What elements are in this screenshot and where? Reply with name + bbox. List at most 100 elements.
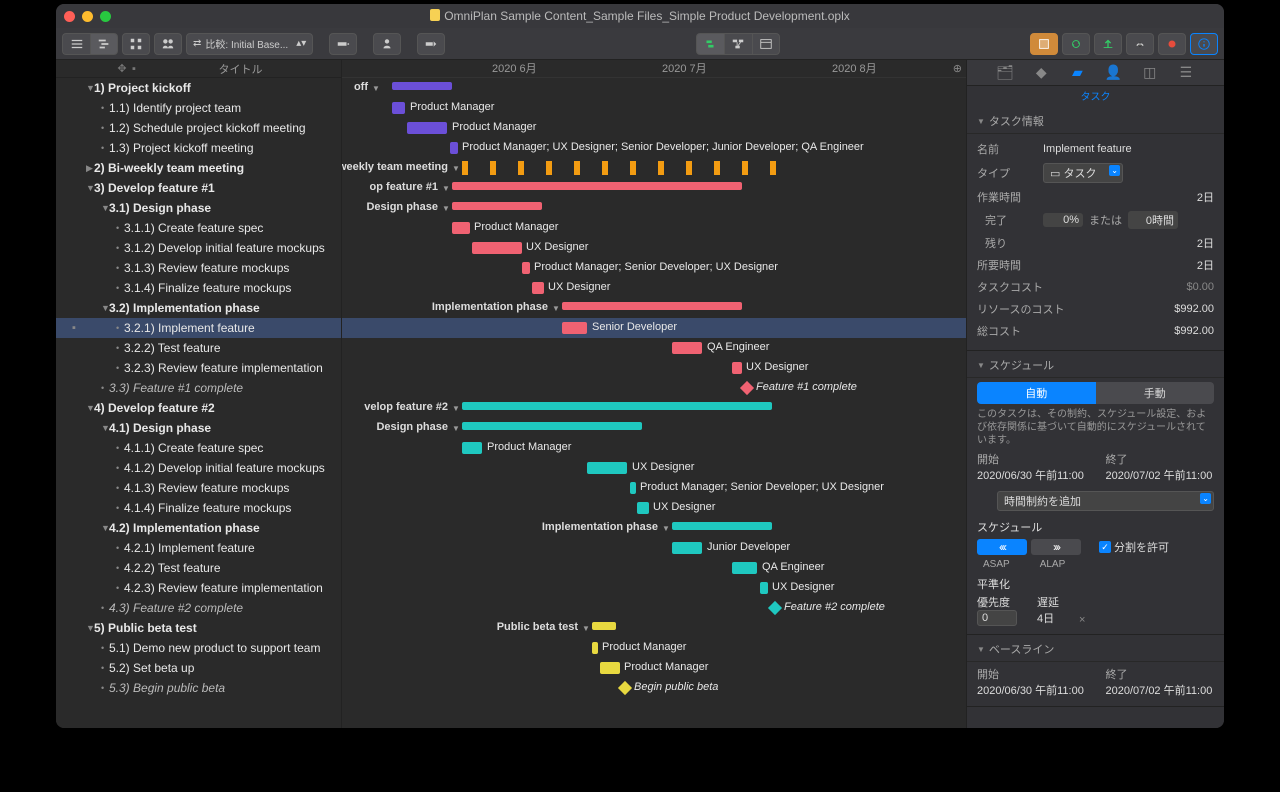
add-task-button[interactable] xyxy=(329,33,357,55)
duration-value[interactable]: 2日 xyxy=(1043,257,1214,273)
outline-row[interactable]: •4.1.4) Finalize feature mockups xyxy=(56,498,341,518)
schedule-mode-segment[interactable]: 自動 手動 xyxy=(977,382,1214,404)
outline-row[interactable]: •4.1.1) Create feature spec xyxy=(56,438,341,458)
outline-row[interactable]: •5.3) Begin public beta xyxy=(56,678,341,698)
asap-button[interactable]: ‹‹‹ xyxy=(977,539,1027,555)
view-mode-list-button[interactable] xyxy=(62,33,90,55)
gantt-row[interactable]: Implementation phase▼ xyxy=(342,518,966,538)
type-select[interactable]: ▭ タスク⌄ xyxy=(1043,163,1123,183)
sync-button[interactable] xyxy=(1062,33,1090,55)
gantt-row[interactable]: Product Manager; UX Designer; Senior Dev… xyxy=(342,138,966,158)
alap-button[interactable]: ››› xyxy=(1031,539,1081,555)
add-constraint-select[interactable]: 時間制約を追加⌄ xyxy=(997,491,1214,511)
inspector-toggle-button[interactable] xyxy=(1190,33,1218,55)
gantt-row[interactable]: Product Manager xyxy=(342,118,966,138)
clear-delay-button[interactable]: × xyxy=(1079,614,1085,626)
outline-row[interactable]: ▼1) Project kickoff xyxy=(56,78,341,98)
outline-row[interactable]: ▼4.2) Implementation phase xyxy=(56,518,341,538)
baseline-compare-dropdown[interactable]: ⇄比較: Initial Base...▴▾ xyxy=(186,33,313,55)
view-mode-network-button[interactable] xyxy=(122,33,150,55)
outline-row[interactable]: •1.3) Project kickoff meeting xyxy=(56,138,341,158)
gantt-row[interactable]: QA Engineer xyxy=(342,558,966,578)
section-task-info-header[interactable]: ▼タスク情報 xyxy=(967,107,1224,134)
outline-row[interactable]: •3.1.3) Review feature mockups xyxy=(56,258,341,278)
gantt-row[interactable]: Product Manager xyxy=(342,218,966,238)
gantt-row[interactable]: Feature #1 complete xyxy=(342,378,966,398)
catch-up-button[interactable] xyxy=(417,33,445,55)
start-value[interactable]: 2020/06/30 午前11:00 xyxy=(977,467,1086,483)
outline-row[interactable]: •4.2.3) Review feature implementation xyxy=(56,578,341,598)
zoom-icon[interactable]: ⊕ xyxy=(953,62,962,75)
taskcost-value[interactable]: $0.00 xyxy=(1049,281,1214,293)
outline-list[interactable]: ▼1) Project kickoff•1.1) Identify projec… xyxy=(56,78,341,728)
gantt-row[interactable]: op feature #1▼ xyxy=(342,178,966,198)
gantt-row[interactable]: Begin public beta xyxy=(342,678,966,698)
schedule-auto-button[interactable]: 自動 xyxy=(977,382,1096,404)
gantt-row[interactable]: QA Engineer xyxy=(342,338,966,358)
assign-resource-button[interactable] xyxy=(373,33,401,55)
gantt-row[interactable]: Public beta test▼ xyxy=(342,618,966,638)
outline-row[interactable]: ▼5) Public beta test xyxy=(56,618,341,638)
gantt-row[interactable]: UX Designer xyxy=(342,458,966,478)
gantt-row[interactable]: weekly team meeting▼ xyxy=(342,158,966,178)
chart-view-button[interactable] xyxy=(696,33,724,55)
outline-row[interactable]: ▼3.2) Implementation phase xyxy=(56,298,341,318)
schedule-manual-button[interactable]: 手動 xyxy=(1096,382,1215,404)
outline-row[interactable]: •3.1.4) Finalize feature mockups xyxy=(56,278,341,298)
gantt-row[interactable]: Senior Developer xyxy=(342,318,966,338)
allow-split-checkbox[interactable]: ✓分割を許可 xyxy=(1099,539,1169,555)
outline-row[interactable]: ▼3.1) Design phase xyxy=(56,198,341,218)
outline-row[interactable]: ▼3) Develop feature #1 xyxy=(56,178,341,198)
name-value[interactable]: Implement feature xyxy=(1043,143,1214,155)
outline-row[interactable]: •1.2) Schedule project kickoff meeting xyxy=(56,118,341,138)
gantt-row[interactable]: UX Designer xyxy=(342,238,966,258)
minimize-window-button[interactable] xyxy=(82,11,93,22)
gantt-row[interactable]: UX Designer xyxy=(342,278,966,298)
outline-row[interactable]: •4.2.1) Implement feature xyxy=(56,538,341,558)
outline-row[interactable]: •3.2.3) Review feature implementation xyxy=(56,358,341,378)
outline-row[interactable]: •4.1.3) Review feature mockups xyxy=(56,478,341,498)
remain-value[interactable]: 2日 xyxy=(1043,235,1214,251)
done-percent[interactable]: 0% xyxy=(1043,213,1083,227)
gantt-row[interactable]: Product Manager; Senior Developer; UX De… xyxy=(342,258,966,278)
outline-row[interactable]: •4.1.2) Develop initial feature mockups xyxy=(56,458,341,478)
publish-button[interactable] xyxy=(1094,33,1122,55)
done-hours[interactable]: 0時間 xyxy=(1128,211,1178,229)
gantt-row[interactable]: UX Designer xyxy=(342,498,966,518)
record-button[interactable] xyxy=(1158,33,1186,55)
resources-button[interactable] xyxy=(154,33,182,55)
outline-row[interactable]: •3.1.1) Create feature spec xyxy=(56,218,341,238)
tab-project-icon[interactable]: 🗂 xyxy=(995,64,1015,81)
gantt-row[interactable]: UX Designer xyxy=(342,578,966,598)
tab-styles-icon[interactable]: ◫ xyxy=(1140,64,1160,81)
tab-milestone-icon[interactable]: ◆ xyxy=(1031,64,1051,81)
section-schedule-header[interactable]: ▼スケジュール xyxy=(967,351,1224,378)
priority-input[interactable]: 0 xyxy=(977,610,1017,626)
outline-row[interactable]: ▼4.1) Design phase xyxy=(56,418,341,438)
outline-row[interactable]: •3.2.2) Test feature xyxy=(56,338,341,358)
gantt-row[interactable]: Product Manager xyxy=(342,638,966,658)
outline-row[interactable]: •5.2) Set beta up xyxy=(56,658,341,678)
tab-custom-icon[interactable]: ☰ xyxy=(1176,64,1196,81)
outline-row[interactable]: •4.3) Feature #2 complete xyxy=(56,598,341,618)
tab-task-icon[interactable]: ▰ xyxy=(1067,64,1087,81)
gantt-row[interactable]: UX Designer xyxy=(342,358,966,378)
gantt-row[interactable]: Feature #2 complete xyxy=(342,598,966,618)
gantt-row[interactable]: Product Manager xyxy=(342,98,966,118)
zoom-window-button[interactable] xyxy=(100,11,111,22)
outline-row[interactable]: ▼4) Develop feature #2 xyxy=(56,398,341,418)
gantt-row[interactable]: Junior Developer xyxy=(342,538,966,558)
outline-row[interactable]: •4.2.2) Test feature xyxy=(56,558,341,578)
gantt-row[interactable]: Design phase▼ xyxy=(342,418,966,438)
gantt-row[interactable]: Product Manager xyxy=(342,438,966,458)
outline-row[interactable]: •3.3) Feature #1 complete xyxy=(56,378,341,398)
gantt-row[interactable]: velop feature #2▼ xyxy=(342,398,966,418)
calendar-view-button[interactable] xyxy=(752,33,780,55)
outline-row[interactable]: ▶2) Bi-weekly team meeting xyxy=(56,158,341,178)
section-baseline-header[interactable]: ▼ベースライン xyxy=(967,635,1224,662)
gantt-row[interactable]: Product Manager; Senior Developer; UX De… xyxy=(342,478,966,498)
end-value[interactable]: 2020/07/02 午前11:00 xyxy=(1106,467,1215,483)
gantt-row[interactable]: Design phase▼ xyxy=(342,198,966,218)
reports-button[interactable] xyxy=(1030,33,1058,55)
gantt-row[interactable]: Implementation phase▼ xyxy=(342,298,966,318)
